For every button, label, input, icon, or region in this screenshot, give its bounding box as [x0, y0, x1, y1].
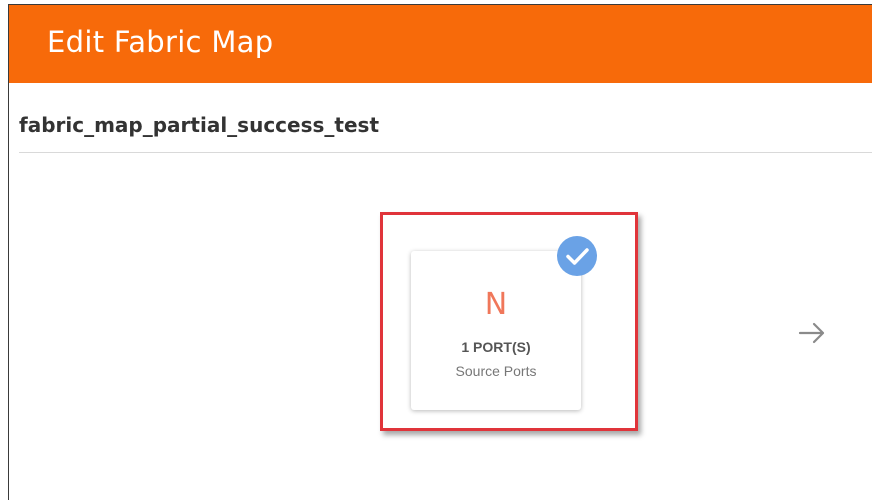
- port-count-label: 1 PORT(S): [461, 339, 531, 355]
- page-title: Edit Fabric Map: [47, 25, 274, 59]
- source-ports-card[interactable]: N 1 PORT(S) Source Ports: [411, 251, 581, 410]
- source-port-icon: N: [484, 287, 508, 322]
- divider: [19, 152, 872, 153]
- check-icon: [557, 236, 597, 276]
- fabric-map-name: fabric_map_partial_success_test: [19, 113, 379, 137]
- page-header: Edit Fabric Map: [9, 5, 872, 83]
- arrow-right-icon[interactable]: [796, 317, 828, 349]
- card-description: Source Ports: [455, 363, 537, 379]
